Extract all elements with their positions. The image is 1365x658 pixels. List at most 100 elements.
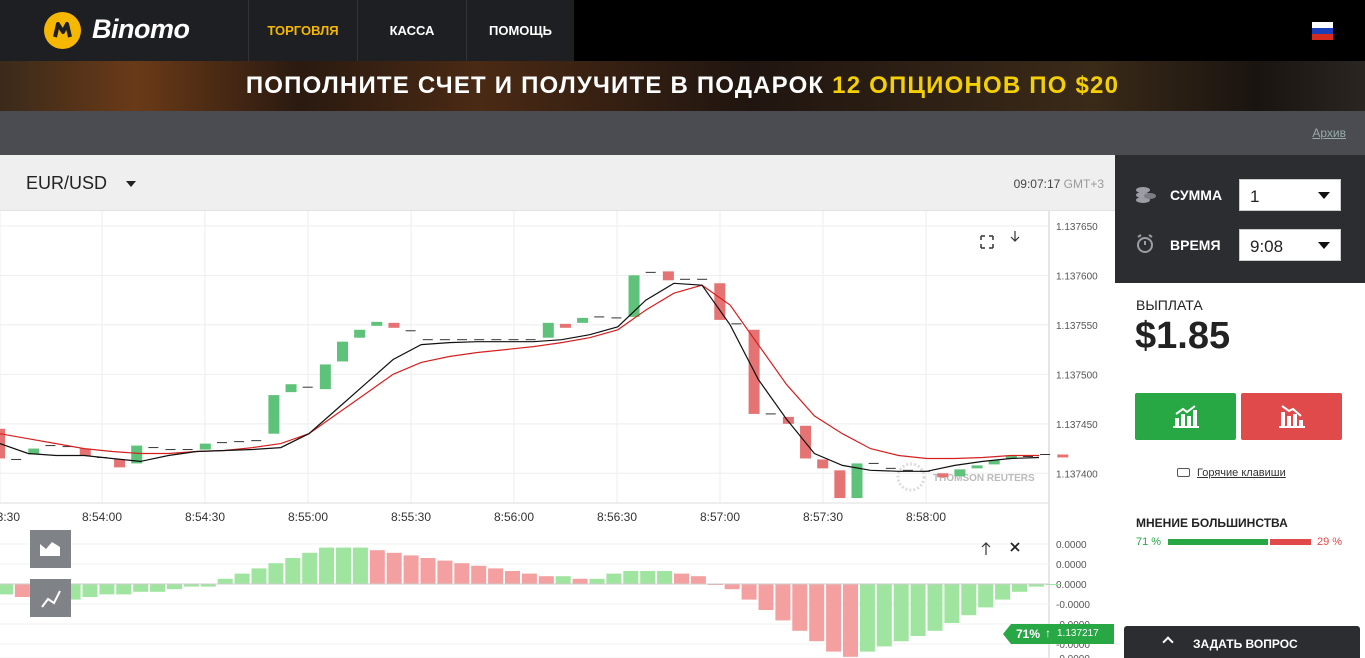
majority-down-pct: 29 % (1317, 536, 1343, 548)
osc-bar (488, 568, 504, 584)
osc-bar (82, 584, 98, 597)
chart-down-icon (1279, 405, 1305, 428)
osc-bar (521, 573, 537, 584)
sub-bar: Архив (0, 111, 1365, 155)
osc-bar (352, 547, 368, 584)
osc-bar (420, 558, 436, 584)
osc-bar (640, 571, 656, 584)
time-label: ВРЕМЯ (1170, 237, 1221, 253)
x-tick-label: 8:54:00 (82, 510, 122, 524)
logo[interactable]: Binomo (0, 0, 248, 61)
time-value: 9:08 (1250, 237, 1284, 256)
amount-select[interactable]: 1 (1239, 179, 1341, 211)
x-tick-label: 8:57:00 (700, 510, 740, 524)
osc-y-tick-label: -0.0000 (1056, 600, 1090, 611)
osc-bar (809, 584, 825, 642)
candle (268, 395, 280, 434)
osc-bar (927, 584, 943, 631)
candle (782, 416, 794, 424)
majority-up-pct: 71 % (1136, 536, 1162, 548)
osc-bar (690, 576, 706, 584)
chevron-up-icon (1162, 636, 1174, 648)
alarm-clock-icon (1137, 234, 1153, 253)
x-tick-label: 8:55:30 (391, 510, 431, 524)
osc-bar (0, 584, 13, 595)
candle (954, 469, 966, 477)
price-tag-pct: 71% (1016, 627, 1041, 641)
arrow-down-icon (1010, 231, 1020, 242)
promo-banner[interactable]: ПОПОЛНИТЕ СЧЕТ И ПОЛУЧИТЕ В ПОДАРОК 12 О… (0, 61, 1365, 111)
candle (337, 341, 348, 362)
put-button[interactable] (1241, 393, 1342, 440)
osc-bar (133, 584, 149, 592)
archive-link[interactable]: Архив (1312, 126, 1346, 140)
chevron-down-icon (1318, 242, 1330, 249)
candle (817, 459, 829, 469)
chevron-down-icon[interactable] (126, 181, 136, 187)
osc-bar (843, 584, 858, 657)
osc-bar (944, 584, 960, 623)
ru-flag-icon[interactable] (1312, 22, 1333, 40)
ask-question-button[interactable]: ЗАДАТЬ ВОПРОС (1124, 626, 1360, 658)
nav-help[interactable]: ПОМОЩЬ (466, 0, 574, 61)
payout-label: ВЫПЛАТА (1136, 297, 1203, 313)
osc-bar (167, 584, 182, 590)
candle (577, 317, 589, 323)
arrow-up-icon (981, 542, 991, 555)
candle (937, 473, 949, 478)
logo-text: Binomo (92, 14, 190, 44)
y-tick-label: 1.137550 (1056, 321, 1098, 332)
time-select[interactable]: 9:08 (1239, 229, 1341, 261)
osc-y-tick-label: 0.0000 (1056, 540, 1087, 551)
clock-time: 09:07:17 (1013, 177, 1061, 191)
banner-text: ПОПОЛНИТЕ СЧЕТ И ПОЛУЧИТЕ В ПОДАРОК 12 О… (0, 72, 1365, 100)
keyboard-icon (1177, 468, 1190, 477)
osc-bar (471, 565, 487, 584)
osc-y-tick-label: 0.0000 (1056, 580, 1087, 591)
candle (662, 271, 674, 281)
candle (971, 465, 983, 469)
osc-bar (657, 571, 673, 584)
osc-bar (369, 550, 385, 584)
y-tick-label: 1.137500 (1056, 370, 1098, 381)
x-tick-label: 8:53:30 (0, 510, 20, 524)
osc-bar (150, 584, 166, 592)
coins-icon (1136, 187, 1156, 203)
osc-bar (268, 563, 284, 584)
osc-bar (386, 552, 402, 584)
candle (542, 322, 554, 338)
osc-bar (995, 584, 1011, 600)
trade-settings: СУММА 1 ВРЕМЯ 9:08 (1115, 155, 1365, 283)
clock-timezone: GMT+3 (1063, 177, 1104, 191)
osc-bar (336, 547, 351, 584)
osc-bar (741, 584, 757, 600)
osc-bar (859, 584, 875, 652)
osc-bar (454, 563, 470, 584)
chart-up-icon (1173, 405, 1199, 428)
x-tick-label: 8:56:30 (597, 510, 637, 524)
osc-bar (606, 573, 622, 584)
call-button[interactable] (1135, 393, 1236, 440)
candle (285, 384, 297, 393)
payout-value: $1.85 (1135, 315, 1231, 357)
osc-bar (116, 584, 132, 595)
banner-highlight-text: 12 ОПЦИОНОВ ПО $20 (832, 72, 1120, 99)
candle (199, 443, 211, 450)
osc-bar (775, 584, 791, 621)
y-tick-label: 1.137650 (1056, 222, 1098, 233)
nav-cashier[interactable]: КАССА (357, 0, 466, 61)
osc-bar (319, 547, 335, 584)
candle (834, 470, 846, 499)
osc-bar (302, 552, 318, 584)
trade-panel: ВЫПЛАТА $1.85 Горячие клавиши МНЕНИЕ БОЛ… (1115, 283, 1365, 658)
asset-selector[interactable]: EUR/USD (26, 173, 107, 194)
x-tick-label: 8:56:00 (494, 510, 534, 524)
hotkeys-link[interactable]: Горячие клавиши (1197, 467, 1286, 479)
amount-value: 1 (1250, 187, 1260, 206)
current-price-tag: 71% ↑ 1.137217 (1003, 624, 1114, 644)
candle (354, 329, 366, 338)
osc-bar (961, 584, 977, 616)
price-chart[interactable]: 1.137650 1.137600 1.137550 1.137500 1.137450… (0, 211, 1115, 658)
nav-trading[interactable]: ТОРГОВЛЯ (248, 0, 357, 61)
banner-main-text: ПОПОЛНИТЕ СЧЕТ И ПОЛУЧИТЕ В ПОДАРОК (245, 72, 833, 99)
